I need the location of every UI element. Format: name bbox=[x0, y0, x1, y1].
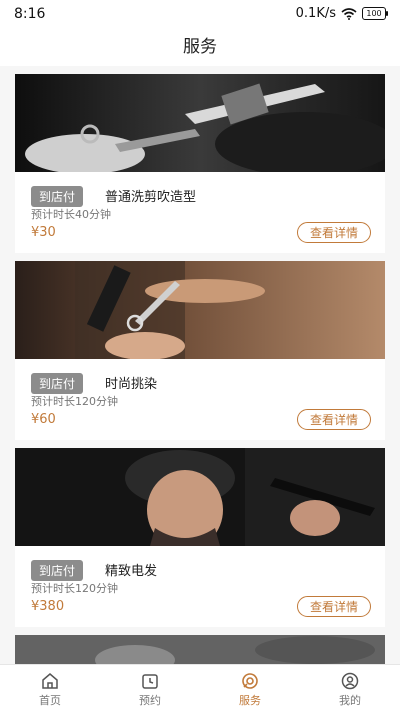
payment-badge: 到店付 bbox=[31, 186, 84, 207]
service-image bbox=[15, 74, 385, 172]
calendar-clock-icon bbox=[142, 674, 158, 689]
view-details-button[interactable]: 查看详情 bbox=[296, 596, 371, 617]
tab-label: 预约 bbox=[139, 694, 161, 707]
service-name: 普通洗剪吹造型 bbox=[105, 190, 197, 205]
service-name: 精致电发 bbox=[105, 564, 158, 579]
tab-service[interactable]: 服务 bbox=[200, 665, 300, 712]
service-image bbox=[15, 261, 385, 359]
wifi-icon bbox=[341, 7, 357, 20]
tab-profile[interactable]: 我的 bbox=[300, 665, 400, 712]
service-image bbox=[15, 448, 385, 546]
service-duration: 预计时长40分钟 bbox=[31, 208, 111, 221]
service-card[interactable]: 到店付 普通洗剪吹造型 预计时长40分钟 ¥30 查看详情 bbox=[15, 74, 385, 253]
service-price: ¥30 bbox=[31, 225, 56, 240]
title-bar: 服务 bbox=[0, 28, 400, 66]
tab-label: 我的 bbox=[339, 694, 361, 707]
payment-badge: 到店付 bbox=[31, 373, 84, 394]
tab-label: 首页 bbox=[39, 694, 61, 707]
tab-home[interactable]: 首页 bbox=[0, 665, 100, 712]
service-name: 时尚挑染 bbox=[105, 377, 158, 392]
service-duration: 预计时长120分钟 bbox=[31, 582, 118, 595]
view-details-button[interactable]: 查看详情 bbox=[296, 222, 371, 243]
service-card[interactable]: 到店付 时尚挑染 预计时长120分钟 ¥60 查看详情 bbox=[15, 261, 385, 440]
service-image bbox=[15, 635, 385, 665]
tab-label: 服务 bbox=[239, 694, 261, 707]
bottom-tab-bar: 首页 预约 服务 我的 bbox=[0, 664, 400, 712]
battery-icon: 100 bbox=[362, 7, 388, 20]
service-icon bbox=[242, 673, 258, 689]
service-price: ¥60 bbox=[31, 412, 56, 427]
service-duration: 预计时长120分钟 bbox=[31, 395, 118, 408]
profile-icon bbox=[341, 672, 359, 690]
payment-badge: 到店付 bbox=[31, 560, 84, 581]
status-bar: 8:16 0.1K/s 100 bbox=[0, 0, 400, 28]
status-time: 8:16 bbox=[14, 6, 46, 22]
network-speed: 0.1K/s bbox=[295, 6, 336, 21]
page-title: 服务 bbox=[183, 37, 217, 57]
service-card-partial[interactable] bbox=[15, 635, 385, 665]
status-indicators: 0.1K/s 100 bbox=[295, 6, 388, 21]
service-price: ¥380 bbox=[31, 599, 65, 614]
tab-appointment[interactable]: 预约 bbox=[100, 665, 200, 712]
home-icon bbox=[42, 673, 58, 689]
view-details-button[interactable]: 查看详情 bbox=[296, 409, 371, 430]
service-card[interactable]: 到店付 精致电发 预计时长120分钟 ¥380 查看详情 bbox=[15, 448, 385, 627]
